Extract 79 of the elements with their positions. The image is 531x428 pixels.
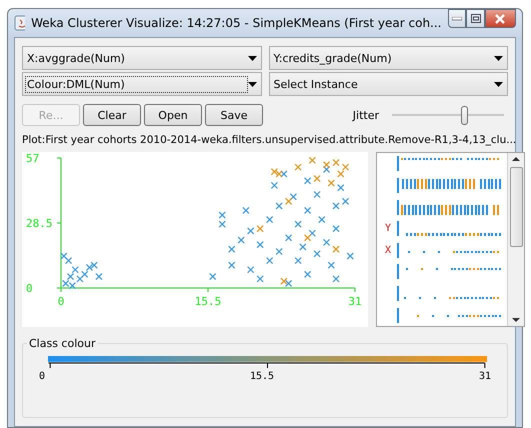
- data-point: [318, 216, 326, 224]
- close-icon: [494, 14, 506, 24]
- dropdown[interactable]: X:avggrade(Num): [22, 46, 262, 70]
- scale-label: 0: [39, 371, 46, 382]
- data-point: [218, 211, 226, 219]
- dropdown-arrow-icon: [248, 56, 256, 60]
- y-tick-label: 28.5: [26, 217, 52, 230]
- data-point: [228, 262, 236, 269]
- data-point: [95, 273, 103, 280]
- minimize-button[interactable]: [448, 9, 466, 28]
- x-tick-label: 0: [58, 295, 64, 308]
- data-point: [332, 202, 340, 210]
- dropdown[interactable]: Colour:DML(Num): [22, 72, 262, 96]
- data-point: [218, 220, 226, 228]
- data-point: [294, 257, 302, 264]
- data-point: [313, 174, 321, 182]
- data-point: [337, 184, 344, 192]
- data-point: [266, 257, 274, 264]
- data-point: [304, 177, 312, 184]
- close-button[interactable]: [484, 9, 516, 28]
- data-point: [304, 206, 312, 214]
- scale-label: 15.5: [250, 371, 274, 382]
- data-point: [308, 156, 316, 164]
- x-tick-label: 15.5: [194, 295, 222, 308]
- legend-title: Class colour: [28, 337, 96, 350]
- dropdown-arrow-icon: [494, 82, 503, 86]
- data-point: [238, 236, 245, 244]
- data-point: [328, 262, 335, 269]
- data-point: [266, 216, 274, 224]
- x-tick-label: 31: [348, 295, 362, 308]
- data-point: [247, 227, 254, 235]
- maximize-icon: [470, 14, 480, 23]
- data-point: [256, 241, 264, 248]
- dropdown-arrow-icon: [494, 56, 503, 60]
- jitter-label: Jitter: [352, 108, 379, 122]
- slider-thumb[interactable]: [460, 106, 468, 124]
- data-point: [285, 234, 292, 242]
- data-point: [256, 225, 264, 232]
- data-point: [299, 243, 306, 251]
- data-point: [294, 220, 302, 228]
- scrollbar[interactable]: [507, 153, 524, 326]
- dropdown[interactable]: Y:credits_grade(Num): [268, 46, 508, 70]
- toolbar-button[interactable]: Save: [205, 104, 263, 126]
- data-point: [332, 158, 340, 166]
- dropdown-arrow-icon: [248, 82, 256, 86]
- data-point: [294, 164, 302, 171]
- data-point: [242, 206, 250, 214]
- window-title: Weka Clusterer Visualize: 14:27:05 - SimpleKMeans (First year coh...: [31, 16, 442, 30]
- axis-marker: X: [384, 244, 392, 256]
- dropdown[interactable]: Select Instance: [268, 72, 508, 96]
- data-point: [304, 270, 312, 278]
- data-point: [270, 182, 278, 189]
- scale-label: 31: [478, 371, 491, 382]
- maximize-button[interactable]: [466, 9, 485, 28]
- scroll-down-icon[interactable]: [512, 318, 520, 322]
- data-point: [256, 275, 264, 282]
- data-point: [328, 180, 335, 187]
- data-point: [276, 202, 283, 210]
- data-point: [332, 225, 340, 232]
- scroll-up-icon[interactable]: [512, 157, 520, 161]
- data-point: [313, 250, 321, 258]
- data-point: [247, 266, 254, 274]
- data-point: [209, 273, 216, 280]
- data-point: [322, 238, 330, 246]
- data-point: [228, 246, 236, 253]
- toolbar-button[interactable]: Open: [144, 104, 202, 126]
- data-point: [342, 198, 350, 205]
- data-point: [313, 190, 321, 198]
- app-icon: [14, 15, 26, 31]
- y-tick-label: 0: [26, 282, 33, 295]
- plot-title: Plot:First year cohorts 2010-2014-weka.filters.unsupervised.attribute.Remove-R1,3-4,13_clu...: [22, 133, 516, 148]
- data-point: [276, 248, 283, 256]
- data-point: [332, 246, 340, 253]
- y-tick-label: 57: [26, 152, 40, 165]
- minimize-icon: [452, 16, 462, 20]
- toolbar-button[interactable]: Clear: [83, 104, 141, 126]
- data-point: [332, 275, 340, 282]
- data-point: [346, 252, 354, 260]
- axis-marker: Y: [384, 223, 392, 234]
